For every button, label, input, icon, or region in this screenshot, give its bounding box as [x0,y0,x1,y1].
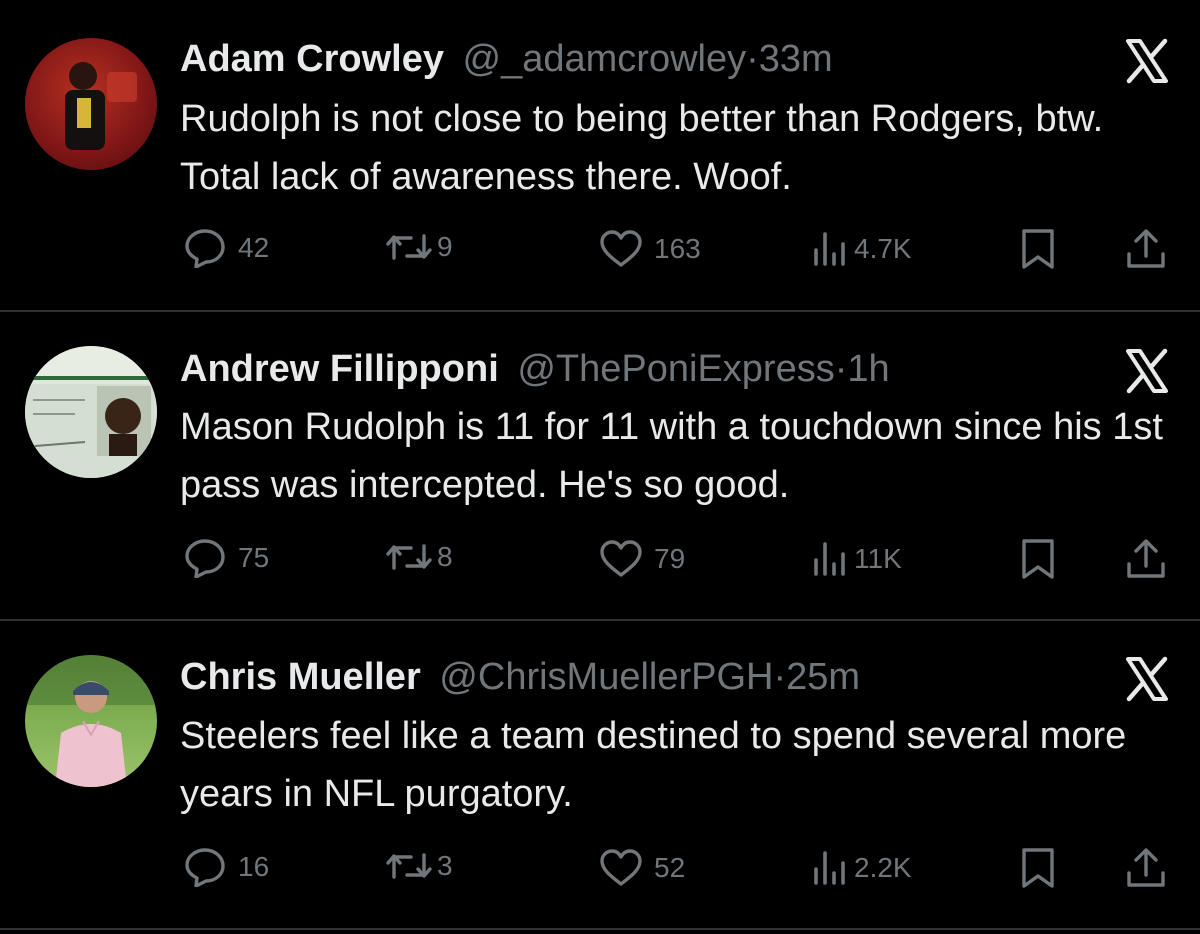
views-button[interactable]: 2.2K [810,849,912,887]
bookmark-button[interactable] [1018,538,1058,580]
repost-arrows-icon [385,230,433,264]
repost-arrows-icon [385,540,433,574]
tweet-header: Adam Crowley @_adamcrowley·33m [180,34,833,84]
repost-count: 3 [437,850,453,881]
like-count: 163 [654,233,701,264]
bookmark-icon [1018,228,1058,270]
views-count: 11K [854,543,902,574]
action-bar: 16 3 52 2.2K [0,841,1200,891]
like-button[interactable]: 79 [598,540,685,578]
tweet-card[interactable]: Adam Crowley @_adamcrowley·33m Rudolph i… [0,0,1200,306]
x-logo-icon [1122,654,1172,704]
like-button[interactable]: 163 [598,230,701,268]
like-count: 79 [654,543,686,574]
tweet-text: Rudolph is not close to being better tha… [180,98,1104,198]
tweet-text: Steelers feel like a team destined to sp… [180,715,1127,815]
bookmark-icon [1018,847,1058,889]
reply-count: 16 [238,851,270,882]
bookmark-button[interactable] [1018,228,1058,270]
author-handle[interactable]: @ChrisMuellerPGH [439,656,773,698]
tweet-card[interactable]: Andrew Fillipponi @ThePoniExpress·1h Mas… [0,312,1200,618]
tweet-header: Andrew Fillipponi @ThePoniExpress·1h [180,344,890,394]
tweet-card[interactable]: Chris Mueller @ChrisMuellerPGH·25m Steel… [0,621,1200,927]
views-bars-icon [810,540,852,578]
share-button[interactable] [1124,845,1168,889]
separator-dot: · [773,656,787,698]
action-bar: 75 8 79 11K [0,532,1200,582]
views-button[interactable]: 11K [810,540,902,578]
reply-button[interactable]: 42 [184,228,269,268]
like-count: 52 [654,852,686,883]
share-upload-icon [1124,226,1168,270]
views-button[interactable]: 4.7K [810,230,912,268]
avatar[interactable] [25,655,157,787]
reply-count: 42 [238,232,270,263]
bookmark-icon [1018,538,1058,580]
views-bars-icon [810,230,852,268]
views-count: 4.7K [854,233,912,264]
reply-bubble-icon [184,847,228,887]
share-button[interactable] [1124,226,1168,270]
author-name[interactable]: Chris Mueller [180,656,421,698]
repost-arrows-icon [385,849,433,883]
separator-dot: · [834,348,848,390]
avatar[interactable] [25,346,157,478]
bookmark-button[interactable] [1018,847,1058,889]
repost-count: 9 [437,231,453,262]
repost-button[interactable]: 3 [385,849,453,883]
tweet-text: Mason Rudolph is 11 for 11 with a touchd… [180,406,1163,506]
author-name[interactable]: Andrew Fillipponi [180,348,499,390]
post-time[interactable]: 25m [786,656,860,698]
post-time[interactable]: 1h [847,348,889,390]
repost-button[interactable]: 8 [385,540,453,574]
share-upload-icon [1124,536,1168,580]
reply-bubble-icon [184,538,228,578]
author-handle[interactable]: @_adamcrowley [463,38,747,80]
views-count: 2.2K [854,852,912,883]
tweet-header: Chris Mueller @ChrisMuellerPGH·25m [180,652,860,702]
x-logo-icon [1122,36,1172,86]
repost-count: 8 [437,541,453,572]
reply-count: 75 [238,542,270,573]
reply-bubble-icon [184,228,228,268]
separator-dot: · [746,38,759,80]
x-logo-icon [1122,346,1172,396]
share-upload-icon [1124,845,1168,889]
like-button[interactable]: 52 [598,849,685,887]
share-button[interactable] [1124,536,1168,580]
author-name[interactable]: Adam Crowley [180,38,444,80]
reply-button[interactable]: 16 [184,847,269,887]
heart-icon [598,230,644,268]
action-bar: 42 9 163 4.7K [0,222,1200,272]
heart-icon [598,540,644,578]
author-handle[interactable]: @ThePoniExpress [517,348,834,390]
repost-button[interactable]: 9 [385,230,453,264]
avatar[interactable] [25,38,157,170]
divider [0,928,1200,930]
post-time[interactable]: 33m [759,38,833,80]
heart-icon [598,849,644,887]
reply-button[interactable]: 75 [184,538,269,578]
views-bars-icon [810,849,852,887]
